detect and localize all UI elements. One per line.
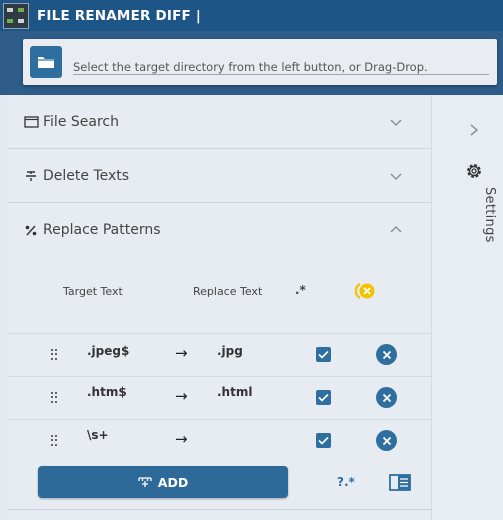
chevron-down-icon[interactable] <box>389 169 403 183</box>
settings-tab-label[interactable]: Settings <box>482 187 497 243</box>
regex-checkbox[interactable] <box>316 390 331 405</box>
chevron-up-icon[interactable] <box>389 223 403 237</box>
delete-row-button[interactable] <box>376 387 397 408</box>
close-icon <box>382 350 391 359</box>
add-button-label: ADD <box>157 474 189 490</box>
chevron-down-icon[interactable] <box>389 115 403 129</box>
arrow-right-icon: → <box>175 387 188 405</box>
add-button[interactable]: ADD <box>38 466 288 498</box>
replace-text-cell[interactable]: .html <box>217 385 252 399</box>
add-row-icon <box>138 477 152 487</box>
regex-checkbox[interactable] <box>316 347 331 362</box>
table-row: .htm$ → .html <box>7 377 431 419</box>
strikethrough-icon <box>23 168 39 184</box>
arrow-right-icon: → <box>175 344 188 362</box>
chevron-right-icon[interactable] <box>468 123 480 137</box>
table-row: .jpeg$ → .jpg <box>7 334 431 376</box>
delete-row-button[interactable] <box>376 344 397 365</box>
folder-icon <box>38 57 54 68</box>
app-logo-icon <box>3 2 29 29</box>
directory-input[interactable] <box>73 51 489 75</box>
directory-box <box>23 39 497 85</box>
sidebar-panel-icon <box>389 474 411 491</box>
directory-bar <box>0 31 503 95</box>
delete-row-button[interactable] <box>376 430 397 451</box>
close-icon <box>382 436 391 445</box>
regex-checkbox[interactable] <box>316 433 331 448</box>
open-folder-button[interactable] <box>30 46 62 78</box>
window-icon <box>23 114 39 130</box>
section-label: Replace Patterns <box>43 222 161 238</box>
column-header-replace: Replace Text <box>193 285 263 298</box>
settings-rail: Settings <box>431 95 503 520</box>
target-text-cell[interactable]: .htm$ <box>87 385 127 399</box>
target-text-cell[interactable]: \s+ <box>87 428 109 442</box>
close-icon <box>382 393 391 402</box>
arrow-right-icon: → <box>175 430 188 448</box>
percent-icon <box>23 222 39 238</box>
drag-handle-icon[interactable] <box>51 435 57 447</box>
table-row: \s+ → <box>7 420 431 462</box>
column-header-regex: .* <box>295 283 306 297</box>
title-bar: FILE RENAMER DIFF | <box>0 0 503 31</box>
column-header-target: Target Text <box>63 285 123 298</box>
replace-text-cell[interactable]: .jpg <box>217 344 243 358</box>
drag-handle-icon[interactable] <box>51 392 57 404</box>
check-icon <box>318 436 329 445</box>
section-delete-texts[interactable]: Delete Texts <box>7 149 431 203</box>
regex-help-button[interactable]: ?.* <box>337 475 355 489</box>
section-file-search[interactable]: File Search <box>7 95 431 149</box>
section-label: File Search <box>43 113 119 130</box>
panel-toggle-button[interactable] <box>389 474 411 491</box>
close-circle-icon <box>354 283 375 299</box>
app-title: FILE RENAMER DIFF | <box>37 7 201 24</box>
clear-all-button[interactable] <box>351 281 379 301</box>
check-icon <box>318 350 329 359</box>
target-text-cell[interactable]: .jpeg$ <box>87 344 129 358</box>
gear-icon[interactable] <box>464 161 484 181</box>
check-icon <box>318 393 329 402</box>
section-label: Delete Texts <box>43 167 130 184</box>
drag-handle-icon[interactable] <box>51 349 57 361</box>
section-replace-patterns[interactable]: Replace Patterns <box>7 203 431 257</box>
main-panel: File Search Delete Texts Replace Pattern… <box>7 95 431 520</box>
